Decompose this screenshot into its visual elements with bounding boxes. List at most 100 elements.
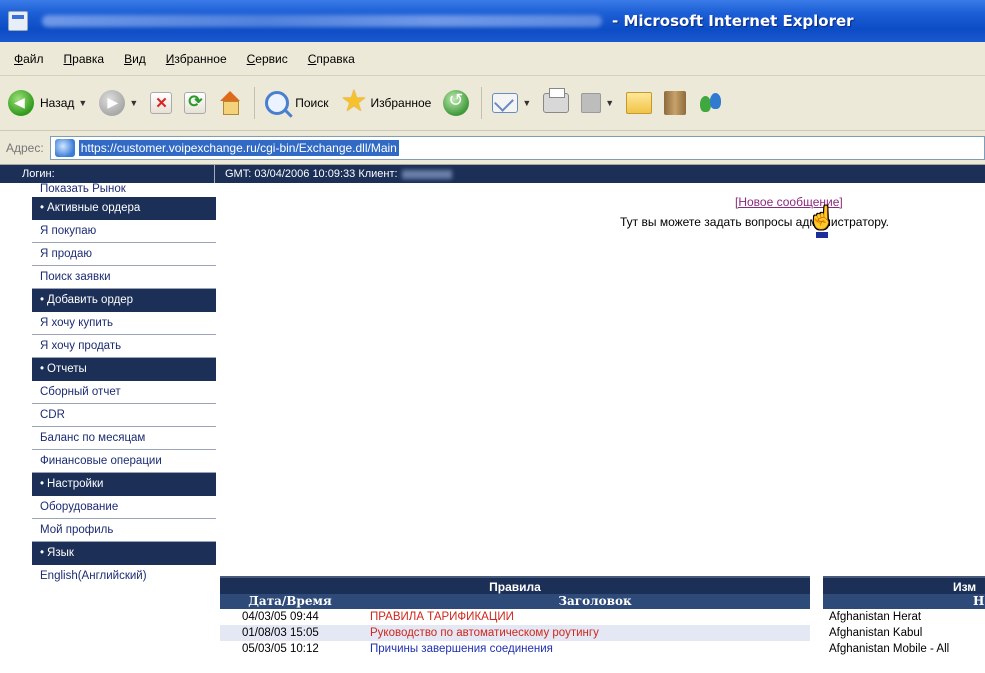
table-row: 04/03/05 09:44 ПРАВИЛА ТАРИФИКАЦИИ	[220, 609, 810, 625]
research-icon	[664, 91, 687, 115]
menu-file[interactable]: Файл	[14, 52, 44, 66]
menu-edit[interactable]: Правка	[64, 52, 105, 66]
row-title-link[interactable]: Причины завершения соединения	[370, 641, 810, 657]
address-bar: Адрес: https://customer.voipexchange.ru/…	[0, 131, 985, 165]
blurred-page-title	[42, 15, 602, 27]
mail-button[interactable]: ▼	[492, 93, 531, 113]
table-row: Afghanistan Kabul	[829, 627, 923, 639]
bullet-icon: •	[40, 202, 45, 214]
history-button[interactable]	[443, 90, 470, 116]
forward-arrow-icon	[99, 90, 126, 116]
sidebar-item-label: Баланс по месяцам	[40, 432, 146, 444]
menu-help[interactable]: Справка	[308, 52, 355, 66]
sidebar-item[interactable]: Мой профиль	[32, 519, 216, 542]
sidebar-item[interactable]: Поиск заявки	[32, 266, 216, 289]
sidebar-item-label: Я продаю	[40, 248, 92, 260]
changes-header: Н	[823, 594, 985, 609]
sidebar-item[interactable]: Я хочу купить	[32, 312, 216, 335]
sidebar-section-header[interactable]: • Настройки	[32, 473, 216, 496]
sidebar-item-label: Мой профиль	[40, 524, 114, 536]
sidebar-item[interactable]: Оборудование	[32, 496, 216, 519]
sidebar-item-label: Я хочу купить	[40, 317, 114, 329]
info-text: Тут вы можете задать вопросы администрат…	[620, 215, 889, 229]
chevron-down-icon[interactable]: ▼	[522, 98, 531, 108]
sidebar-item[interactable]: Показать Рынок	[32, 183, 216, 197]
history-icon	[443, 90, 470, 116]
sidebar-item[interactable]: Финансовые операции	[32, 450, 216, 473]
bullet-icon: •	[40, 547, 45, 559]
research-button[interactable]	[664, 91, 687, 115]
sidebar-item-label: Добавить ордер	[47, 294, 134, 306]
cursor-shadow	[816, 232, 828, 238]
sidebar-item-label: Активные ордера	[47, 202, 141, 214]
edit-button[interactable]: ▼	[581, 93, 614, 113]
sidebar-item[interactable]: Сборный отчет	[32, 381, 216, 404]
chevron-down-icon[interactable]: ▼	[605, 98, 614, 108]
back-label: Назад	[40, 96, 75, 110]
row-date: 01/08/03 15:05	[242, 627, 319, 639]
sidebar-section-header[interactable]: • Активные ордера	[32, 197, 216, 220]
header-strip: Логин: GMT: 03/04/2006 10:09:33 Клиент:	[0, 165, 985, 183]
forward-button[interactable]: ▼	[99, 90, 138, 116]
page-content: Логин: GMT: 03/04/2006 10:09:33 Клиент: …	[0, 165, 985, 673]
bullet-icon: •	[40, 294, 45, 306]
sidebar-item-label: Язык	[47, 547, 74, 559]
sidebar-section-header[interactable]: • Добавить ордер	[32, 289, 216, 312]
back-button[interactable]: Назад ▼	[8, 90, 87, 116]
blurred-client-name	[401, 169, 452, 179]
table-row: Afghanistan Herat	[829, 611, 922, 623]
rules-table: Правила Дата/Время Заголовок 04/03/05 09…	[220, 576, 810, 657]
toolbar-separator	[481, 87, 483, 119]
search-button[interactable]: Поиск	[265, 91, 329, 115]
stop-button[interactable]	[150, 92, 173, 114]
sidebar-item[interactable]: Я хочу продать	[32, 335, 216, 358]
row-date: 05/03/05 10:12	[242, 643, 319, 655]
folder-icon	[626, 92, 653, 114]
sidebar-section-header[interactable]: • Язык	[32, 542, 216, 565]
toolbar: Назад ▼ ▼ Поиск Избранное ▼ ▼	[0, 76, 985, 131]
sidebar-item[interactable]: Я продаю	[32, 243, 216, 266]
sidebar-item[interactable]: Я покупаю	[32, 220, 216, 243]
sidebar-item-label: Отчеты	[47, 363, 87, 375]
menu-tools[interactable]: Сервис	[247, 52, 288, 66]
address-url[interactable]: https://customer.voipexchange.ru/cgi-bin…	[78, 139, 399, 156]
rules-header-row: Дата/Время Заголовок	[220, 594, 810, 609]
printer-icon	[543, 88, 570, 113]
search-icon	[265, 91, 290, 115]
favorites-button[interactable]: Избранное	[341, 84, 432, 119]
back-arrow-icon	[8, 90, 34, 116]
menu-favorites[interactable]: Избранное	[166, 52, 227, 66]
window-title-bar: - Microsoft Internet Explorer	[0, 0, 985, 42]
ie-window-icon[interactable]	[8, 11, 28, 31]
window-title: - Microsoft Internet Explorer	[612, 12, 854, 30]
sidebar-item-label: English(Английский)	[40, 570, 147, 582]
folder-button[interactable]	[626, 92, 653, 114]
sidebar-item[interactable]: Баланс по месяцам	[32, 427, 216, 450]
print-button[interactable]	[543, 88, 570, 113]
favorites-label: Избранное	[370, 96, 432, 110]
stop-icon	[150, 92, 173, 114]
hand-cursor-icon: ☝	[808, 205, 836, 238]
sidebar-item-label: Оборудование	[40, 501, 119, 513]
table-row: Afghanistan Mobile - All	[829, 643, 950, 655]
chevron-down-icon[interactable]: ▼	[129, 98, 138, 108]
star-icon	[341, 84, 368, 119]
messenger-button[interactable]	[698, 90, 726, 116]
row-title-link[interactable]: Руководство по автоматическому роутингу	[370, 625, 810, 641]
home-button[interactable]	[218, 91, 242, 115]
pointer-hand-icon: ☝	[808, 205, 836, 230]
sidebar-item[interactable]: CDR	[32, 404, 216, 427]
address-input[interactable]: https://customer.voipexchange.ru/cgi-bin…	[49, 135, 985, 160]
menu-view[interactable]: Вид	[124, 52, 146, 66]
bullet-icon: •	[40, 363, 45, 375]
refresh-button[interactable]	[184, 92, 207, 114]
chevron-down-icon[interactable]: ▼	[78, 98, 87, 108]
row-title-link[interactable]: ПРАВИЛА ТАРИФИКАЦИИ	[370, 609, 810, 625]
sidebar-item-label: Показать Рынок	[40, 183, 126, 195]
sidebar-section-header[interactable]: • Отчеты	[32, 358, 216, 381]
header-info: GMT: 03/04/2006 10:09:33 Клиент:	[215, 168, 452, 180]
row-date: 04/03/05 09:44	[242, 611, 319, 623]
sidebar-item-label: Я хочу продать	[40, 340, 122, 352]
sidebar-item[interactable]: English(Английский)	[32, 565, 216, 588]
page-icon	[54, 138, 75, 157]
